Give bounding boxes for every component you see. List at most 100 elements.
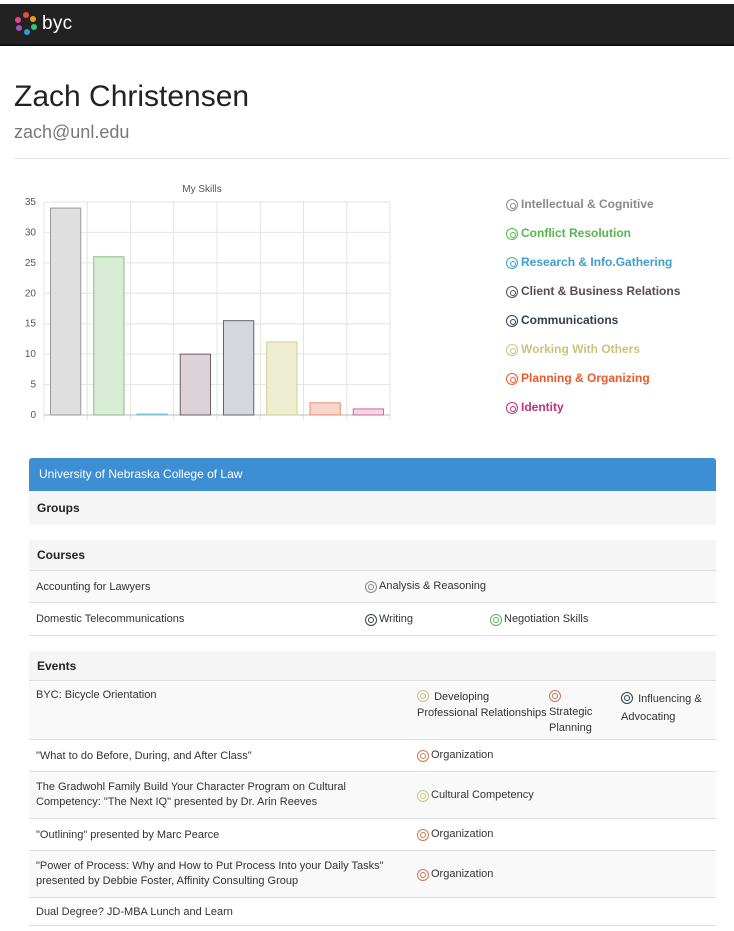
bar-0[interactable] [49,207,82,416]
skill-tag: Analysis & Reasoning [365,580,486,593]
legend-label: Planning & Organizing [521,371,650,385]
event-name: The Gradwohl Family Build Your Character… [36,781,346,808]
event-row[interactable]: Dual Degree? JD-MBA Lunch and Learn [29,898,716,926]
y-tick-label: 15 [25,319,37,330]
event-name: "Power of Process: Why and How to Put Pr… [36,860,384,887]
legend-label: Communications [521,313,619,327]
legend-item[interactable]: Communications [506,313,680,342]
bar-4[interactable] [222,320,255,416]
event-row[interactable]: "What to do Before, During, and After Cl… [29,740,716,772]
bar-3[interactable] [179,353,212,416]
skill-icon [417,868,429,881]
skills-bar-chart: My Skills 0 5 10 15 20 25 30 35 [25,184,391,421]
event-name: "What to do Before, During, and After Cl… [36,749,252,762]
legend-label: Conflict Resolution [521,226,631,240]
event-name: BYC: Bicycle Orientation [36,689,157,701]
profile-name: Zach Christensen [14,80,250,113]
skill-tag: Organization [417,868,493,881]
legend-label: Identity [521,400,564,414]
skill-icon [621,692,633,704]
clipboard-icon [506,373,518,385]
skill-label: Influencing & Advocating [621,693,702,723]
events-spacer [29,636,716,651]
event-row[interactable]: "Outlining" presented by Marc Pearce Org… [29,819,716,851]
bar-2[interactable] [136,413,168,416]
skill-icon [549,690,561,702]
event-name: Dual Degree? JD-MBA Lunch and Learn [36,905,233,918]
skill-icon [417,750,429,762]
legend-label: Client & Business Relations [521,284,681,298]
bar-6[interactable] [309,402,341,416]
skill-label: Negotiation Skills [504,612,589,625]
legend-item[interactable]: Identity [506,400,680,429]
legend-label: Intellectual & Cognitive [521,197,654,211]
skill-tag: Cultural Competency [417,789,534,802]
skill-label: Writing [379,612,414,625]
magnifier-icon [506,257,518,269]
y-tick-label: 35 [25,197,37,208]
skill-tag: Organization [417,749,493,762]
course-name: Accounting for Lawyers [36,580,151,593]
handshake-icon [506,228,518,240]
y-tick-label: 5 [30,380,36,391]
person-icon [506,402,518,414]
legend-item[interactable]: Working With Others [506,342,680,371]
brand-name[interactable]: byc [42,13,72,35]
skill-label: Strategic Planning [549,706,593,734]
bar-7[interactable] [352,408,385,416]
skill-label: Cultural Competency [431,788,534,801]
event-name: "Outlining" presented by Marc Pearce [36,828,220,841]
course-row[interactable]: Accounting for Lawyers Analysis & Reason… [29,571,716,603]
skill-label: Developing Professional Relationships [417,691,547,719]
panel-title[interactable]: University of Nebraska College of Law [29,458,716,491]
divider [14,158,730,159]
courses-title: Courses [29,540,716,571]
profile-email: zach@unl.edu [14,122,130,142]
skill-icon [417,690,429,702]
skill-label: Analysis & Reasoning [379,580,487,592]
skill-icon [490,613,502,626]
legend-item[interactable]: Client & Business Relations [506,284,680,313]
skill-label: Organization [431,867,494,880]
event-row[interactable]: The Gradwohl Family Build Your Character… [29,772,716,819]
y-tick-label: 25 [25,258,37,269]
legend-label: Research & Info.Gathering [521,255,673,269]
chart-title: My Skills [182,184,221,195]
y-tick-label: 10 [25,349,37,360]
group-icon [506,344,518,356]
legend-label: Working With Others [521,342,641,356]
school-panel: University of Nebraska College of Law Gr… [29,458,716,931]
course-row[interactable]: Domestic Telecommunications Writing Nego… [29,603,716,636]
groups-title: Groups [29,491,716,525]
skill-icon [365,613,377,626]
skill-tag: Developing Professional Relationships [417,689,549,721]
y-tick-label: 20 [25,288,37,299]
legend-item[interactable]: Conflict Resolution [506,226,680,255]
legend-item[interactable]: Research & Info.Gathering [506,255,680,284]
bar-1[interactable] [93,256,125,416]
gear-icon [506,199,518,211]
people-icon [506,286,518,298]
skill-tag: Writing [365,613,490,626]
y-tick-label: 0 [30,410,36,421]
top-navbar: byc [0,4,734,46]
y-tick-label: 30 [25,227,37,238]
legend-item[interactable]: Intellectual & Cognitive [506,197,680,226]
event-row[interactable]: "Power of Process: Why and How to Put Pr… [29,851,716,898]
skill-label: Organization [431,749,494,761]
course-name: Domestic Telecommunications [36,613,185,625]
legend-item[interactable]: Planning & Organizing [506,371,680,400]
bar-5[interactable] [266,341,298,416]
skill-icon [417,829,429,841]
byc-logo-icon[interactable] [14,12,38,36]
chat-icon [506,315,518,327]
skill-icon [417,789,429,802]
skill-tag: Strategic Planning [549,689,621,736]
skill-label: Organization [431,828,494,840]
event-row[interactable]: BYC: Bicycle Orientation Developing Prof… [29,681,716,740]
skill-tag: Influencing & Advocating [621,689,709,726]
skill-icon [365,581,377,593]
skills-legend: Intellectual & Cognitive Conflict Resolut… [506,197,680,429]
groups-spacer [29,525,716,540]
events-title: Events [29,651,716,681]
